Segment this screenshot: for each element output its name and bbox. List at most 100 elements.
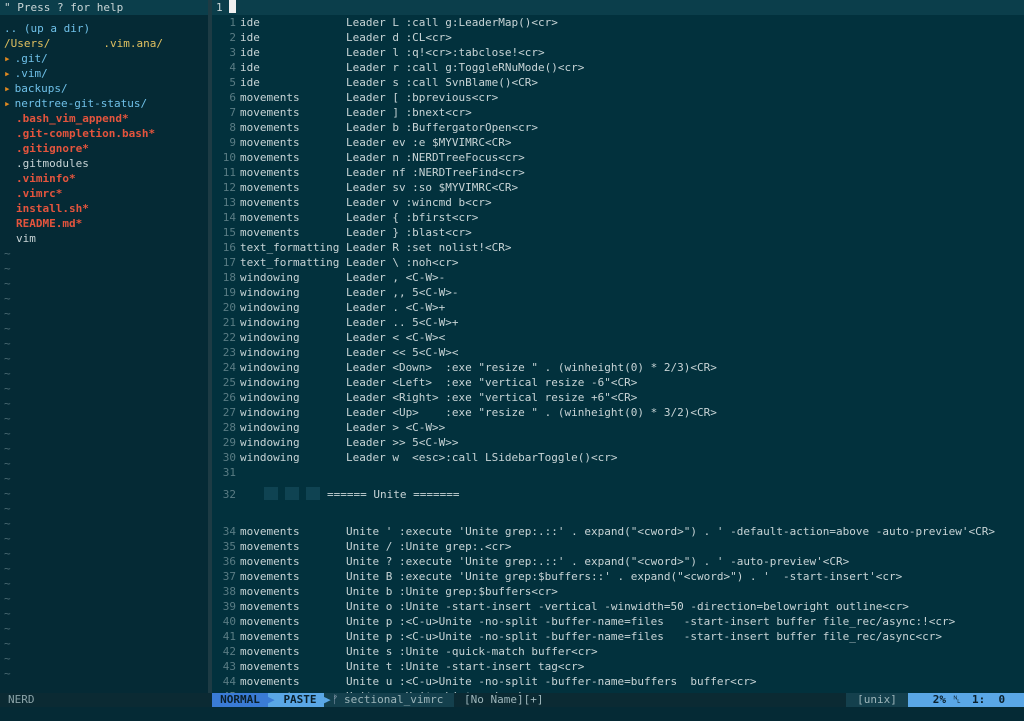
code-line[interactable]: 11 movements Leader nf :NERDTreeFind<cr>	[212, 165, 1024, 180]
code-line[interactable]: 29 windowing Leader >> 5<C-W>>	[212, 435, 1024, 450]
code-line[interactable]: 1 ide Leader L :call g:LeaderMap()<cr>	[212, 15, 1024, 30]
code-line[interactable]: 41 movements Unite p :<C-u>Unite -no-spli…	[212, 629, 1024, 644]
nerdtree-dir-item[interactable]: ▸ nerdtree-git-status/	[0, 96, 208, 111]
line-number: 26	[222, 391, 236, 404]
line-text: movements Unite p :<C-u>Unite -no-split …	[240, 630, 942, 643]
code-line[interactable]: 3 ide Leader l :q!<cr>:tabclose!<cr>	[212, 45, 1024, 60]
tilde-line: ~	[4, 592, 11, 605]
code-line[interactable]: 24 windowing Leader <Down> :exe "resize "…	[212, 360, 1024, 375]
cursor	[229, 0, 237, 13]
nerdtree-file-item[interactable]: .bash_vim_append*	[0, 111, 208, 126]
nerdtree-file-item[interactable]: .gitmodules	[0, 156, 208, 171]
line-text: movements Leader v :wincmd b<cr>	[240, 196, 492, 209]
line-text: windowing Leader <Down> :exe "resize " .…	[240, 361, 717, 374]
code-line[interactable]: 10 movements Leader n :NERDTreeFocus<cr>	[212, 150, 1024, 165]
code-line[interactable]: 12 movements Leader sv :so $MYVIMRC<CR>	[212, 180, 1024, 195]
line-number: 35	[222, 540, 236, 553]
code-line[interactable]: 28 windowing Leader > <C-W>>	[212, 420, 1024, 435]
tilde-line: ~	[4, 667, 11, 680]
code-line[interactable]: 26 windowing Leader <Right> :exe "vertica…	[212, 390, 1024, 405]
line-text: text_formatting Leader R :set nolist!<CR…	[240, 241, 512, 254]
code-line[interactable]: 40 movements Unite p :<C-u>Unite -no-spli…	[212, 614, 1024, 629]
code-line[interactable]: 43 movements Unite t :Unite -start-insert…	[212, 659, 1024, 674]
code-line[interactable]: 37 movements Unite B :execute 'Unite grep…	[212, 569, 1024, 584]
nerdtree-file-item[interactable]: README.md*	[0, 216, 208, 231]
code-line[interactable]: 6 movements Leader [ :bprevious<cr>	[212, 90, 1024, 105]
tilde-line: ~	[4, 607, 11, 620]
line-number-icon: ␤	[950, 693, 964, 707]
code-line[interactable]: 17 text_formatting Leader \ :noh<cr>	[212, 255, 1024, 270]
line-text: movements Unite t :Unite -start-insert t…	[240, 660, 585, 673]
tilde-line: ~	[4, 547, 11, 560]
code-line[interactable]: 42 movements Unite s :Unite -quick-match …	[212, 644, 1024, 659]
nerdtree-dir-item[interactable]: ▸ .git/	[0, 51, 208, 66]
line-text: movements Leader ] :bnext<cr>	[240, 106, 472, 119]
line-number: 42	[222, 645, 236, 658]
editor-pane[interactable]: 1 1 ide Leader L :call g:LeaderMap()<cr> 2…	[212, 0, 1024, 693]
line-number: 36	[222, 555, 236, 568]
code-line[interactable]: 36 movements Unite ? :execute 'Unite grep…	[212, 554, 1024, 569]
line-text: movements Unite B :execute 'Unite grep:$…	[240, 570, 903, 583]
code-line[interactable]: 14 movements Leader { :bfirst<cr>	[212, 210, 1024, 225]
line-number: 17	[222, 256, 236, 269]
code-line[interactable]: 38 movements Unite b :Unite grep:$buffers…	[212, 584, 1024, 599]
editor-first-line[interactable]: 1	[212, 0, 1024, 15]
code-line[interactable]: 27 windowing Leader <Up> :exe "resize " .…	[212, 405, 1024, 420]
code-line[interactable]: 22 windowing Leader < <C-W><	[212, 330, 1024, 345]
line-text: ide Leader r :call g:ToggleRNuMode()<cr>	[240, 61, 585, 74]
code-line[interactable]: 16 text_formatting Leader R :set nolist!<…	[212, 240, 1024, 255]
tilde-line: ~	[4, 367, 11, 380]
line-text: movements Unite s :Unite -quick-match bu…	[240, 645, 598, 658]
nerdtree-file-item[interactable]: install.sh*	[0, 201, 208, 216]
code-line[interactable]: 9 movements Leader ev :e $MYVIMRC<CR>	[212, 135, 1024, 150]
tilde-line: ~	[4, 502, 11, 515]
nerdtree-up-dir[interactable]: .. (up a dir)	[0, 21, 208, 36]
line-text: movements Unite / :Unite grep:.<cr>	[240, 540, 512, 553]
empty-line	[212, 510, 1024, 524]
line-text: movements Leader { :bfirst<cr>	[240, 211, 479, 224]
code-line[interactable]: 35 movements Unite / :Unite grep:.<cr>	[212, 539, 1024, 554]
nerdtree-dir-item[interactable]: ▸ .vim/	[0, 66, 208, 81]
nerdtree-root-path[interactable]: /Users/ .vim.ana/	[0, 36, 208, 51]
line-text: windowing Leader >> 5<C-W>>	[240, 436, 459, 449]
code-line[interactable]: 8 movements Leader b :BuffergatorOpen<cr>	[212, 120, 1024, 135]
code-line[interactable]: 39 movements Unite o :Unite -start-insert…	[212, 599, 1024, 614]
nerdtree-status: NERD	[0, 693, 212, 707]
code-line[interactable]: 4 ide Leader r :call g:ToggleRNuMode()<cr…	[212, 60, 1024, 75]
code-line[interactable]: 18 windowing Leader , <C-W>-	[212, 270, 1024, 285]
nerdtree-file-item[interactable]: .viminfo*	[0, 171, 208, 186]
nerdtree-file-item[interactable]: .gitignore*	[0, 141, 208, 156]
nerdtree-file-item[interactable]: vim	[0, 231, 208, 246]
code-line[interactable]: 13 movements Leader v :wincmd b<cr>	[212, 195, 1024, 210]
line-text: windowing Leader ,, 5<C-W>-	[240, 286, 459, 299]
code-line[interactable]: 30 windowing Leader w <esc>:call LSidebar…	[212, 450, 1024, 465]
line-number: 34	[222, 525, 236, 538]
nerdtree-file-item[interactable]: .vimrc*	[0, 186, 208, 201]
tilde-line: ~	[4, 652, 11, 665]
code-line[interactable]: 31	[212, 465, 1024, 480]
code-line[interactable]: 21 windowing Leader .. 5<C-W>+	[212, 315, 1024, 330]
line-text: windowing Leader . <C-W>+	[240, 301, 446, 314]
line-text: movements Unite b :Unite grep:$buffers<c…	[240, 585, 558, 598]
nerdtree-panel[interactable]: " Press ? for help .. (up a dir) /Users/…	[0, 0, 208, 693]
line-number: 21	[222, 316, 236, 329]
code-line[interactable]: 19 windowing Leader ,, 5<C-W>-	[212, 285, 1024, 300]
command-line[interactable]	[0, 707, 1024, 721]
line-text: windowing Leader > <C-W>>	[240, 421, 446, 434]
line-text: windowing Leader .. 5<C-W>+	[240, 316, 459, 329]
code-line[interactable]: 2 ide Leader d :CL<cr>	[212, 30, 1024, 45]
code-line[interactable]: 5 ide Leader s :call SvnBlame()<CR>	[212, 75, 1024, 90]
code-line[interactable]: 23 windowing Leader << 5<C-W><	[212, 345, 1024, 360]
line-number: 15	[222, 226, 236, 239]
line-number: 22	[222, 331, 236, 344]
code-line[interactable]: 34 movements Unite ' :execute 'Unite grep…	[212, 524, 1024, 539]
code-line[interactable]: 20 windowing Leader . <C-W>+	[212, 300, 1024, 315]
line-number: 44	[222, 675, 236, 688]
nerdtree-dir-item[interactable]: ▸ backups/	[0, 81, 208, 96]
code-line[interactable]: 44 movements Unite u :<C-u>Unite -no-spli…	[212, 674, 1024, 689]
nerdtree-file-item[interactable]: .git-completion.bash*	[0, 126, 208, 141]
code-line[interactable]: 25 windowing Leader <Left> :exe "vertical…	[212, 375, 1024, 390]
code-line[interactable]: 15 movements Leader } :blast<cr>	[212, 225, 1024, 240]
code-line[interactable]: 7 movements Leader ] :bnext<cr>	[212, 105, 1024, 120]
tilde-line: ~	[4, 352, 11, 365]
